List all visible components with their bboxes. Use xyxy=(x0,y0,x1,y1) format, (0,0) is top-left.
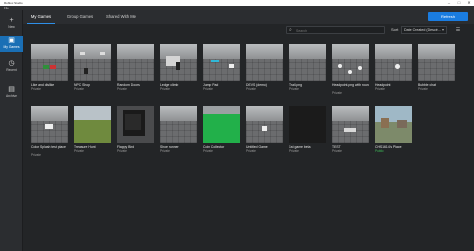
game-privacy: Private xyxy=(246,87,256,91)
sidebar-item-new[interactable]: + New xyxy=(0,16,23,32)
game-privacy: Private xyxy=(74,149,84,153)
game-thumbnail xyxy=(246,106,283,143)
clock-icon: ◷ xyxy=(8,60,15,67)
game-card[interactable]: Headpoint.png with round system Private xyxy=(332,44,369,104)
tab-group-games[interactable]: Group Games xyxy=(63,10,97,24)
sidebar: + New ▣ My Games ◷ Recent ▤ Archive xyxy=(0,10,23,251)
sidebar-item-label: Recent xyxy=(6,68,17,72)
game-card[interactable]: Like and dislike Private xyxy=(31,44,68,104)
sidebar-item-label: My Games xyxy=(3,45,20,49)
game-privacy: Private xyxy=(246,149,256,153)
game-privacy: Private xyxy=(74,87,84,91)
game-thumbnail xyxy=(74,106,111,143)
refresh-button[interactable]: Refresh xyxy=(428,12,468,21)
game-thumbnail xyxy=(289,44,326,81)
game-card[interactable]: Ledge climb Private xyxy=(160,44,197,104)
game-thumbnail xyxy=(289,106,326,143)
game-privacy: Private xyxy=(332,149,342,153)
sort-dropdown[interactable]: Date Created (Descé... ▾ xyxy=(401,26,447,34)
app-window: { "window": {"title": "Roblox Studio", "… xyxy=(0,0,474,251)
game-privacy: Private xyxy=(289,87,299,91)
game-thumbnail xyxy=(375,44,412,81)
tab-my-games[interactable]: My Games xyxy=(27,10,55,24)
search-icon: ⌕ xyxy=(289,27,292,33)
game-card[interactable]: 1st game beta Private xyxy=(289,106,326,166)
game-privacy: Private xyxy=(203,87,213,91)
game-thumbnail xyxy=(246,44,283,81)
game-privacy: Private xyxy=(375,87,385,91)
game-thumbnail xyxy=(203,106,240,143)
sidebar-item-label: Archive xyxy=(6,94,17,98)
sidebar-item-recent[interactable]: ◷ Recent xyxy=(0,59,23,75)
game-card[interactable]: Jump Pad Private xyxy=(203,44,240,104)
game-privacy: Private xyxy=(418,87,428,91)
game-card[interactable]: Untitled Game Private xyxy=(246,106,283,166)
game-thumbnail xyxy=(31,106,68,143)
game-privacy: Public xyxy=(375,149,384,153)
archive-icon: ▤ xyxy=(8,86,15,93)
game-card[interactable]: Flappy Bird Private xyxy=(117,106,154,166)
tab-bar: My Games Group Games Shared With Me xyxy=(23,10,474,24)
sidebar-item-archive[interactable]: ▤ Archive xyxy=(0,85,23,101)
game-thumbnail xyxy=(74,44,111,81)
sidebar-item-label: New xyxy=(8,25,15,29)
games-icon: ▣ xyxy=(8,37,15,44)
game-privacy: Private xyxy=(160,149,170,153)
game-thumbnail xyxy=(160,44,197,81)
game-privacy: Private xyxy=(289,149,299,153)
tab-shared-with-me[interactable]: Shared With Me xyxy=(101,10,141,24)
game-card[interactable]: CHS1614's Place Public xyxy=(375,106,412,166)
game-privacy: Private xyxy=(31,153,41,157)
game-thumbnail xyxy=(418,44,455,81)
game-title: Color Splash test place xyxy=(31,145,66,149)
game-privacy: Private xyxy=(117,149,127,153)
sort-value: Date Created (Descé... xyxy=(404,28,441,32)
game-thumbnail xyxy=(332,44,369,81)
game-card[interactable]: Headpoint Private xyxy=(375,44,412,104)
game-title: Headpoint.png with round system xyxy=(332,83,369,87)
game-thumbnail xyxy=(332,106,369,143)
game-card[interactable]: DEVS (demo) Private xyxy=(246,44,283,104)
list-view-icon[interactable]: ☰ xyxy=(452,26,464,34)
game-thumbnail xyxy=(31,44,68,81)
game-card[interactable]: NPC Shop Private xyxy=(74,44,111,104)
chevron-down-icon: ▾ xyxy=(441,27,444,32)
game-privacy: Private xyxy=(117,87,127,91)
game-card[interactable]: Treasure Hunt Private xyxy=(74,106,111,166)
game-thumbnail xyxy=(117,44,154,81)
game-card[interactable]: Coin Collector Private xyxy=(203,106,240,166)
search-box: ⌕ xyxy=(286,26,385,34)
game-thumbnail xyxy=(117,106,154,143)
game-privacy: Private xyxy=(31,87,41,91)
game-privacy: Private xyxy=(160,87,170,91)
game-privacy: Private xyxy=(203,149,213,153)
plus-icon: + xyxy=(9,17,14,24)
game-thumbnail xyxy=(203,44,240,81)
search-input[interactable] xyxy=(296,28,382,33)
sidebar-item-my-games[interactable]: ▣ My Games xyxy=(0,36,23,52)
game-thumbnail xyxy=(160,106,197,143)
game-privacy: Private xyxy=(332,91,342,95)
game-card[interactable]: Random Doors Private xyxy=(117,44,154,104)
game-thumbnail xyxy=(375,106,412,143)
game-card[interactable]: Shoe runner Private xyxy=(160,106,197,166)
game-card[interactable]: Color Splash test place Private xyxy=(31,106,68,166)
game-card[interactable]: TEST Private xyxy=(332,106,369,166)
game-card[interactable]: Trail.png Private xyxy=(289,44,326,104)
game-card[interactable]: Bubble chat Private xyxy=(418,44,455,104)
sort-label: Sort xyxy=(391,27,399,32)
